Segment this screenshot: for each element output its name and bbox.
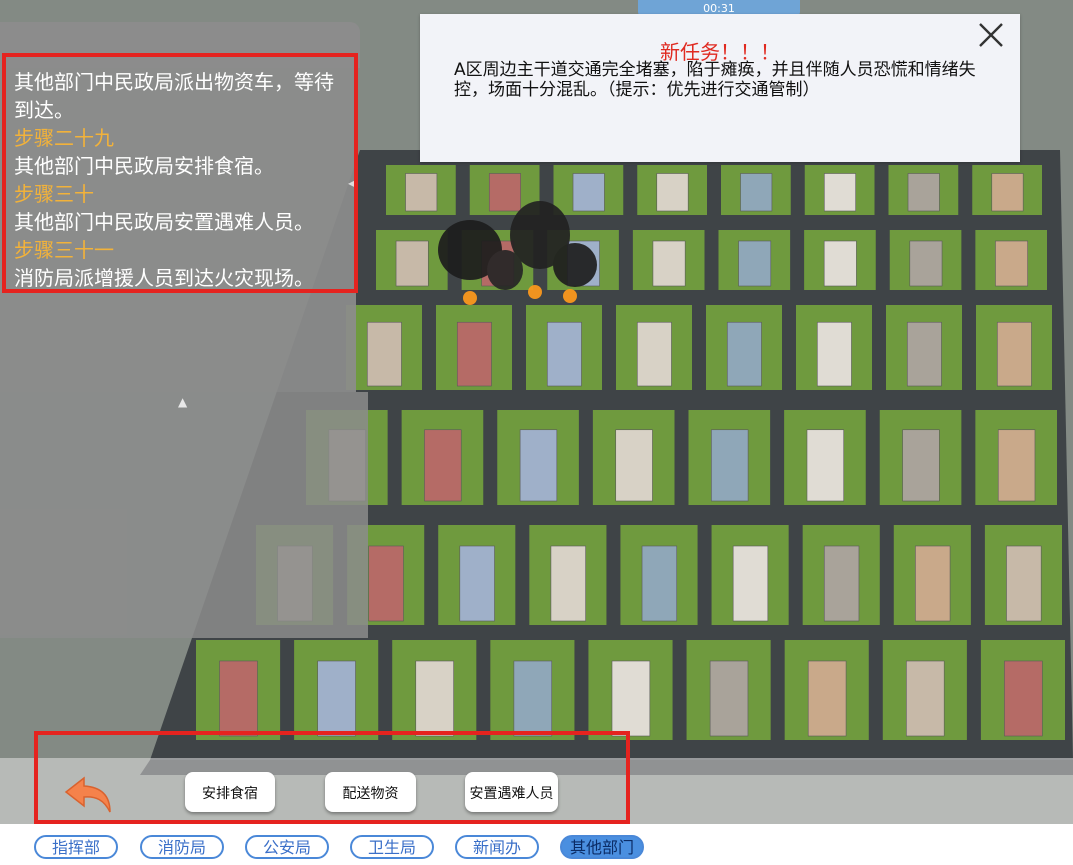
building xyxy=(652,240,686,287)
building xyxy=(816,321,852,387)
building xyxy=(368,545,404,622)
lower-info-panel xyxy=(0,392,368,638)
building xyxy=(907,173,940,212)
building xyxy=(459,545,495,622)
log-panel-header xyxy=(0,22,360,68)
building xyxy=(726,321,762,387)
building xyxy=(1006,545,1042,622)
building xyxy=(997,429,1036,502)
building xyxy=(405,173,438,212)
log-step-heading: 步骤三十 xyxy=(14,182,94,206)
building xyxy=(513,660,553,737)
building xyxy=(488,173,521,212)
step-log-list: 其他部门中民政局派出物资车，等待到达。 步骤二十九 其他部门中民政局安排食宿。 … xyxy=(14,68,344,292)
building xyxy=(807,660,847,737)
back-arrow-icon[interactable] xyxy=(62,772,118,816)
building xyxy=(219,660,258,737)
building xyxy=(915,545,951,622)
expand-up-icon[interactable]: ▲ xyxy=(178,395,187,409)
building xyxy=(909,240,943,287)
close-icon[interactable] xyxy=(976,20,1006,50)
building xyxy=(1004,660,1043,737)
collapse-left-icon[interactable]: ◀ xyxy=(348,176,358,192)
building xyxy=(636,321,672,387)
building xyxy=(424,429,462,502)
building xyxy=(395,240,429,287)
tab-news[interactable]: 新闻办 xyxy=(455,835,539,859)
building xyxy=(995,240,1028,287)
log-line: 其他部门中民政局派出物资车，等待到达。 xyxy=(14,70,334,122)
building xyxy=(906,321,942,387)
log-step-heading: 步骤二十九 xyxy=(14,126,114,150)
building xyxy=(740,173,773,212)
building xyxy=(519,429,558,502)
building xyxy=(317,660,356,737)
settle-victims-button[interactable]: 安置遇难人员 xyxy=(465,772,558,812)
tab-command[interactable]: 指挥部 xyxy=(34,835,118,859)
building xyxy=(738,240,772,287)
building xyxy=(415,660,454,737)
tab-other[interactable]: 其他部门 xyxy=(560,835,644,859)
building xyxy=(366,321,402,387)
log-line: 消防局派增援人员到达火灾现场。 xyxy=(14,266,314,290)
building xyxy=(806,429,845,502)
building xyxy=(615,429,653,502)
log-line: 其他部门中民政局安排食宿。 xyxy=(14,154,274,178)
building xyxy=(456,321,492,387)
building xyxy=(656,173,689,212)
building xyxy=(611,660,651,737)
log-line: 其他部门中民政局安置遇难人员。 xyxy=(14,210,314,234)
tab-health[interactable]: 卫生局 xyxy=(350,835,434,859)
new-task-dialog: 新任务！！！ A区周边主干道交通完全堵塞，陷于瘫痪，并且伴随人员恐慌和情绪失控，… xyxy=(420,14,1020,162)
arrange-lodging-button[interactable]: 安排食宿 xyxy=(185,772,275,812)
building xyxy=(711,429,749,502)
building xyxy=(709,660,749,737)
building xyxy=(823,173,856,212)
log-step-heading: 步骤三十一 xyxy=(14,238,114,262)
building xyxy=(991,173,1024,212)
deliver-supplies-button[interactable]: 配送物资 xyxy=(325,772,416,812)
building xyxy=(823,240,857,287)
building xyxy=(641,545,678,622)
building xyxy=(996,321,1032,387)
step-log-panel[interactable]: 其他部门中民政局派出物资车，等待到达。 步骤二十九 其他部门中民政局安排食宿。 … xyxy=(0,66,358,392)
tab-police[interactable]: 公安局 xyxy=(245,835,329,859)
task-description: A区周边主干道交通完全堵塞，陷于瘫痪，并且伴随人员恐慌和情绪失控，场面十分混乱。… xyxy=(454,60,976,100)
building xyxy=(902,429,940,502)
tab-fire[interactable]: 消防局 xyxy=(140,835,224,859)
building xyxy=(823,545,860,622)
building xyxy=(732,545,769,622)
building xyxy=(546,321,582,387)
building xyxy=(550,545,586,622)
building xyxy=(906,660,945,737)
building xyxy=(572,173,605,212)
